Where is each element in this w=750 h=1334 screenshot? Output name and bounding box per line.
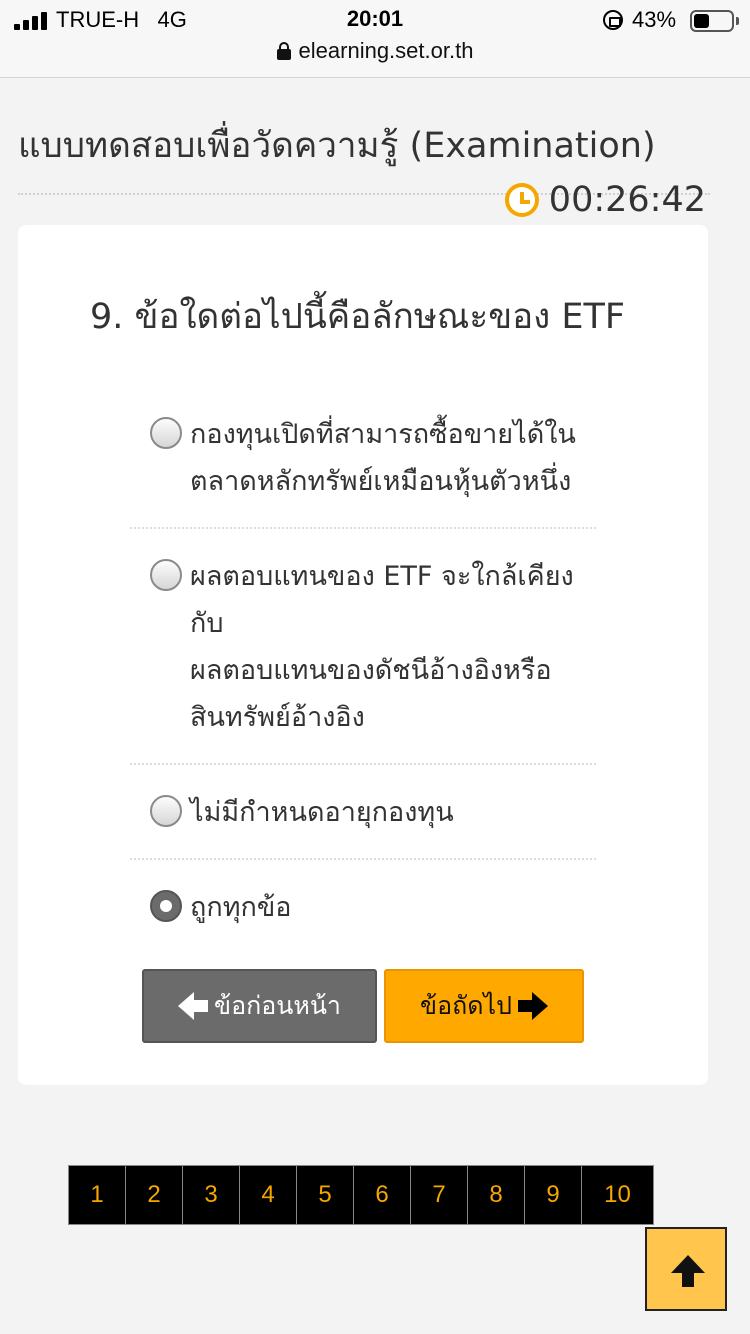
battery-percent: 43%: [632, 7, 677, 32]
answer-option-1[interactable]: กองทุนเปิดที่สามารถซื้อขายได้ใน ตลาดหลัก…: [130, 407, 596, 529]
countdown-timer: 00:26:42: [504, 180, 706, 220]
page-link-2[interactable]: 2: [126, 1166, 183, 1224]
previous-question-button[interactable]: ข้อก่อนหน้า: [142, 969, 377, 1043]
url-text: elearning.set.or.th: [298, 38, 474, 63]
question-card: 9. ข้อใดต่อไปนี้คือลักษณะของ ETF กองทุนเ…: [18, 225, 708, 1085]
lock-icon: [276, 42, 291, 60]
answer-option-1-line-1: กองทุนเปิดที่สามารถซื้อขายได้ใน: [190, 419, 576, 450]
browser-top-bar: TRUE-H 4G 20:01 43% elearning.set.or.th: [0, 0, 750, 78]
page-link-6[interactable]: 6: [354, 1166, 411, 1224]
question-text: 9. ข้อใดต่อไปนี้คือลักษณะของ ETF: [90, 297, 625, 337]
answer-option-2[interactable]: ผลตอบแทนของ ETF จะใกล้เคียงกับ ผลตอบแทนข…: [130, 549, 596, 765]
page-link-5[interactable]: 5: [297, 1166, 354, 1224]
answer-option-2-line-1: ผลตอบแทนของ ETF จะใกล้เคียงกับ: [190, 561, 574, 639]
answer-option-3[interactable]: ไม่มีกำหนดอายุกองทุน: [130, 785, 596, 860]
clock-icon: [504, 183, 539, 217]
question-pagination: 1 2 3 4 5 6 7 8 9 10: [68, 1165, 654, 1225]
answer-option-3-line-1: ไม่มีกำหนดอายุกองทุน: [190, 797, 454, 828]
page-link-8[interactable]: 8: [468, 1166, 525, 1224]
up-arrow-icon: [671, 1255, 705, 1287]
page-link-9[interactable]: 9: [525, 1166, 582, 1224]
back-to-top-button[interactable]: [645, 1227, 727, 1311]
arrow-left-icon: [178, 991, 209, 1021]
previous-button-label: ข้อก่อนหน้า: [214, 991, 341, 1020]
answer-option-1-line-2: ตลาดหลักทรัพย์เหมือนหุ้นตัวหนึ่ง: [190, 466, 572, 497]
page-link-1[interactable]: 1: [69, 1166, 126, 1224]
page-link-3[interactable]: 3: [183, 1166, 240, 1224]
answer-options: กองทุนเปิดที่สามารถซื้อขายได้ใน ตลาดหลัก…: [130, 407, 596, 973]
page-link-10[interactable]: 10: [582, 1166, 653, 1224]
page-link-7[interactable]: 7: [411, 1166, 468, 1224]
battery-icon: [690, 10, 734, 32]
answer-option-2-line-2: ผลตอบแทนของดัชนีอ้างอิงหรือ: [190, 655, 552, 686]
radio-button-1[interactable]: [150, 417, 182, 449]
battery-cap: [736, 17, 739, 25]
battery-fill: [694, 14, 709, 28]
answer-option-2-line-3: สินทรัพย์อ้างอิง: [190, 702, 365, 733]
answer-option-4-line-1: ถูกทุกข้อ: [190, 892, 292, 923]
next-button-label: ข้อถัดไป: [420, 991, 512, 1020]
page-title: แบบทดสอบเพื่อวัดความรู้ (Examination): [18, 126, 656, 166]
next-question-button[interactable]: ข้อถัดไป: [384, 969, 584, 1043]
arrow-right-icon: [517, 991, 548, 1021]
address-bar[interactable]: elearning.set.or.th: [0, 38, 750, 64]
rotation-lock-icon: [603, 10, 623, 30]
radio-button-3[interactable]: [150, 795, 182, 827]
status-bar: TRUE-H 4G 20:01 43%: [0, 0, 750, 40]
page-link-4[interactable]: 4: [240, 1166, 297, 1224]
radio-button-2[interactable]: [150, 559, 182, 591]
answer-option-4[interactable]: ถูกทุกข้อ: [130, 880, 596, 953]
radio-button-4-selected[interactable]: [150, 890, 182, 922]
timer-text: 00:26:42: [548, 180, 706, 220]
